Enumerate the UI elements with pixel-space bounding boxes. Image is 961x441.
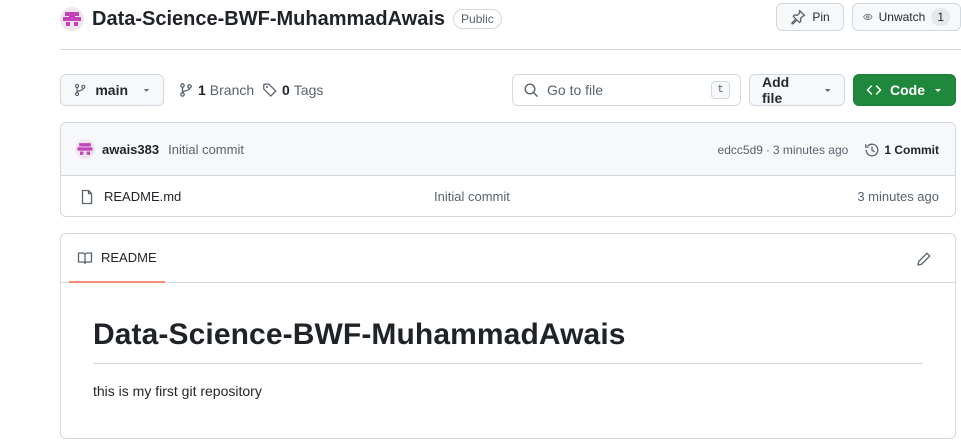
tag-label: Tags (293, 82, 324, 98)
meta-separator: · (765, 142, 770, 157)
commit-sha[interactable]: edcc5d9 (718, 143, 763, 157)
file-commit-message[interactable]: Initial commit (434, 189, 510, 204)
unwatch-button[interactable]: Unwatch 1 (852, 3, 961, 31)
code-label: Code (890, 82, 925, 98)
readme-panel: README Data-Science-BWF-MuhammadAwais th… (60, 233, 956, 439)
readme-header: README (61, 234, 955, 283)
history-icon (865, 143, 879, 156)
go-to-file-search[interactable]: t (512, 74, 741, 106)
repo-header: Data-Science-BWF-MuhammadAwais Public (60, 4, 502, 34)
add-file-button[interactable]: Add file (749, 74, 845, 106)
pin-button[interactable]: Pin (776, 3, 844, 31)
search-icon (524, 83, 538, 97)
commits-count-label: 1 Commit (884, 142, 939, 157)
branches-link[interactable]: 1 Branch (178, 74, 254, 106)
readme-heading: Data-Science-BWF-MuhammadAwais (93, 317, 923, 364)
git-branch-icon (180, 83, 192, 97)
author-avatar[interactable] (75, 139, 95, 159)
git-branch-icon (74, 83, 86, 97)
pin-label: Pin (812, 10, 830, 24)
edit-readme-button[interactable] (915, 250, 933, 268)
file-icon (81, 189, 93, 204)
book-icon (77, 251, 93, 264)
tag-count: 0 (282, 82, 290, 98)
chevron-down-icon (824, 89, 831, 92)
branch-name: main (95, 82, 129, 98)
commits-history-link[interactable]: 1 Commit (864, 142, 939, 158)
go-to-file-input[interactable] (547, 82, 707, 98)
pin-icon (791, 9, 806, 25)
readme-paragraph: this is my first git repository (93, 383, 262, 399)
branch-count: 1 (198, 82, 206, 98)
visibility-badge: Public (453, 9, 502, 29)
file-browser: awais383 Initial commit edcc5d9 · 3 minu… (60, 122, 956, 217)
code-icon (866, 85, 882, 95)
chevron-down-icon (143, 89, 150, 92)
pencil-icon (917, 252, 931, 266)
tab-readme-label: README (101, 250, 157, 265)
repo-header-actions: Pin Unwatch 1 (776, 3, 961, 31)
file-name[interactable]: README.md (104, 189, 181, 204)
eye-icon (863, 13, 873, 21)
owner-avatar[interactable] (60, 7, 84, 31)
tag-icon (263, 83, 277, 97)
tab-readme[interactable]: README (69, 234, 165, 283)
header-divider (60, 49, 961, 50)
add-file-label: Add file (762, 74, 790, 106)
repo-toolbar: main 1 Branch 0 Tags t Add file Code (60, 74, 956, 106)
watch-count: 1 (931, 8, 950, 26)
commit-meta: edcc5d9 · 3 minutes ago 1 Commit (718, 123, 939, 176)
file-age: 3 minutes ago (857, 189, 939, 204)
chevron-down-icon (935, 89, 941, 92)
commit-age: 3 minutes ago (772, 142, 849, 157)
file-row[interactable]: README.md Initial commit 3 minutes ago (61, 176, 955, 216)
readme-content: Data-Science-BWF-MuhammadAwais this is m… (61, 283, 955, 399)
branch-label: Branch (209, 82, 255, 98)
tags-link[interactable]: 0 Tags (262, 74, 323, 106)
unwatch-label: Unwatch (878, 10, 926, 24)
latest-commit-bar: awais383 Initial commit edcc5d9 · 3 minu… (61, 123, 955, 176)
shortcut-hint: t (711, 81, 730, 99)
commit-author[interactable]: awais383 (102, 142, 159, 157)
commit-message[interactable]: Initial commit (168, 142, 244, 157)
code-button[interactable]: Code (853, 74, 956, 106)
branch-selector[interactable]: main (60, 74, 164, 106)
repo-name[interactable]: Data-Science-BWF-MuhammadAwais (92, 8, 445, 31)
